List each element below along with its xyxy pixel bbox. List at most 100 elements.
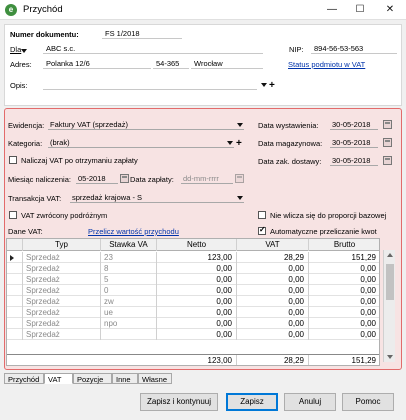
cell-vat[interactable]: 0,00 [237, 296, 309, 307]
cell-brutto[interactable]: 0,00 [309, 285, 379, 296]
calendar-icon[interactable] [383, 120, 392, 129]
cell-netto[interactable]: 0,00 [157, 285, 237, 296]
close-button[interactable]: ✕ [376, 2, 404, 18]
table-row[interactable]: Sprzedaż 0,00 0,00 0,00 [7, 329, 379, 340]
table-row[interactable]: Sprzedaż 0 0,00 0,00 0,00 [7, 285, 379, 296]
cell-typ[interactable]: Sprzedaż [23, 252, 101, 263]
cell-stawka[interactable]: ue [101, 307, 157, 318]
cell-vat[interactable]: 0,00 [237, 329, 309, 340]
cell-netto[interactable]: 0,00 [157, 274, 237, 285]
tab-4[interactable]: Własne [138, 373, 172, 384]
cell-stawka[interactable]: npo [101, 318, 157, 329]
cell-brutto[interactable]: 0,00 [309, 296, 379, 307]
calendar-icon[interactable] [383, 138, 392, 147]
table-row[interactable]: Sprzedaż zw 0,00 0,00 0,00 [7, 296, 379, 307]
cell-typ[interactable]: Sprzedaż [23, 285, 101, 296]
cell-vat[interactable]: 0,00 [237, 285, 309, 296]
tab-3[interactable]: Inne [112, 373, 138, 384]
nip-field[interactable]: 894-56-53-563 [311, 43, 397, 54]
cell-brutto[interactable]: 151,29 [309, 252, 379, 263]
cell-brutto[interactable]: 0,00 [309, 318, 379, 329]
table-row[interactable]: Sprzedaż ue 0,00 0,00 0,00 [7, 307, 379, 318]
postal-code-field[interactable]: 54-365 [153, 58, 189, 69]
cell-brutto[interactable]: 0,00 [309, 274, 379, 285]
contractor-name-field[interactable]: ABC s.c. [43, 43, 263, 54]
data-zak-field[interactable]: 30-05-2018 [330, 155, 378, 166]
save-button[interactable]: Zapisz [226, 393, 278, 411]
cell-stawka[interactable]: 23 [101, 252, 157, 263]
cell-netto[interactable]: 0,00 [157, 329, 237, 340]
kategoria-add-icon[interactable]: + [236, 139, 242, 149]
cell-typ[interactable]: Sprzedaż [23, 307, 101, 318]
cell-vat[interactable]: 0,00 [237, 318, 309, 329]
help-button[interactable]: Pomoc [342, 393, 394, 411]
cell-netto[interactable]: 0,00 [157, 296, 237, 307]
col-brutto[interactable]: Brutto [309, 239, 379, 251]
cell-vat[interactable]: 0,00 [237, 274, 309, 285]
table-row[interactable]: Sprzedaż 5 0,00 0,00 0,00 [7, 274, 379, 285]
cell-netto[interactable]: 0,00 [157, 318, 237, 329]
save-continue-button[interactable]: Zapisz i kontynuuj [140, 393, 218, 411]
col-typ[interactable]: Typ [23, 239, 101, 251]
doc-number-field[interactable]: FS 1/2018 [102, 28, 182, 39]
vat-status-link[interactable]: Status podmiotu w VAT [288, 60, 365, 69]
scroll-down-icon[interactable] [387, 355, 393, 359]
table-row[interactable]: Sprzedaż npo 0,00 0,00 0,00 [7, 318, 379, 329]
dla-dropdown-icon[interactable] [21, 49, 27, 53]
calendar-icon[interactable] [120, 174, 129, 183]
vat-zwrocony-checkbox[interactable] [9, 211, 17, 219]
calendar-icon[interactable] [383, 156, 392, 165]
calendar-icon[interactable] [235, 174, 244, 183]
cell-vat[interactable]: 0,00 [237, 307, 309, 318]
street-field[interactable]: Polanka 12/6 [43, 58, 151, 69]
table-row[interactable]: Sprzedaż 23 123,00 28,29 151,29 [7, 252, 379, 263]
cell-stawka[interactable] [101, 329, 157, 340]
city-field[interactable]: Wrocław [191, 58, 263, 69]
cell-brutto[interactable]: 0,00 [309, 307, 379, 318]
kategoria-dropdown[interactable]: (brak) [48, 137, 234, 148]
cell-brutto[interactable]: 0,00 [309, 329, 379, 340]
miesiac-field[interactable]: 05-2018 [76, 173, 118, 184]
cancel-button[interactable]: Anuluj [284, 393, 336, 411]
tab-1[interactable]: VAT [44, 373, 73, 384]
cell-netto[interactable]: 0,00 [157, 263, 237, 274]
table-scrollbar[interactable] [383, 250, 395, 362]
cell-brutto[interactable]: 0,00 [309, 263, 379, 274]
scroll-up-icon[interactable] [387, 253, 393, 257]
col-netto[interactable]: Netto [157, 239, 237, 251]
przelicz-link[interactable]: Przelicz wartość przychodu [88, 227, 179, 236]
cell-typ[interactable]: Sprzedaż [23, 263, 101, 274]
maximize-button[interactable]: ☐ [346, 2, 374, 18]
data-magazynowa-field[interactable]: 30-05-2018 [330, 137, 378, 148]
cell-stawka[interactable]: 0 [101, 285, 157, 296]
data-zaplaty-field[interactable]: dd-mm-rrrr [181, 173, 233, 184]
cell-netto[interactable]: 123,00 [157, 252, 237, 263]
auto-przelicz-checkbox[interactable] [258, 225, 266, 235]
opis-dropdown-icon[interactable] [261, 83, 267, 87]
data-wystawienia-field[interactable]: 30-05-2018 [330, 119, 378, 130]
tab-2[interactable]: Pozycje [73, 373, 112, 384]
col-stawka[interactable]: Stawka VA [101, 239, 157, 251]
opis-field[interactable] [43, 79, 257, 90]
cell-typ[interactable]: Sprzedaż [23, 329, 101, 340]
vat-table[interactable]: Typ Stawka VA Netto VAT Brutto Sprzedaż 2… [6, 238, 380, 366]
opis-add-icon[interactable]: + [269, 81, 275, 91]
cell-typ[interactable]: Sprzedaż [23, 274, 101, 285]
cell-stawka[interactable]: 8 [101, 263, 157, 274]
cell-typ[interactable]: Sprzedaż [23, 296, 101, 307]
scroll-thumb[interactable] [386, 264, 394, 300]
naliczaj-checkbox[interactable] [9, 156, 17, 164]
minimize-button[interactable]: — [318, 2, 346, 18]
cell-vat[interactable]: 0,00 [237, 263, 309, 274]
dla-label[interactable]: Dla [10, 45, 21, 54]
cell-stawka[interactable]: 5 [101, 274, 157, 285]
cell-stawka[interactable]: zw [101, 296, 157, 307]
col-vat[interactable]: VAT [237, 239, 309, 251]
transakcja-dropdown[interactable]: sprzedaż krajowa - S [70, 192, 244, 203]
cell-netto[interactable]: 0,00 [157, 307, 237, 318]
table-row[interactable]: Sprzedaż 8 0,00 0,00 0,00 [7, 263, 379, 274]
ewidencja-dropdown[interactable]: Faktury VAT (sprzedaż) [48, 119, 244, 130]
cell-typ[interactable]: Sprzedaż [23, 318, 101, 329]
tab-0[interactable]: Przychód [4, 373, 44, 384]
nie-wlicza-checkbox[interactable] [258, 211, 266, 219]
